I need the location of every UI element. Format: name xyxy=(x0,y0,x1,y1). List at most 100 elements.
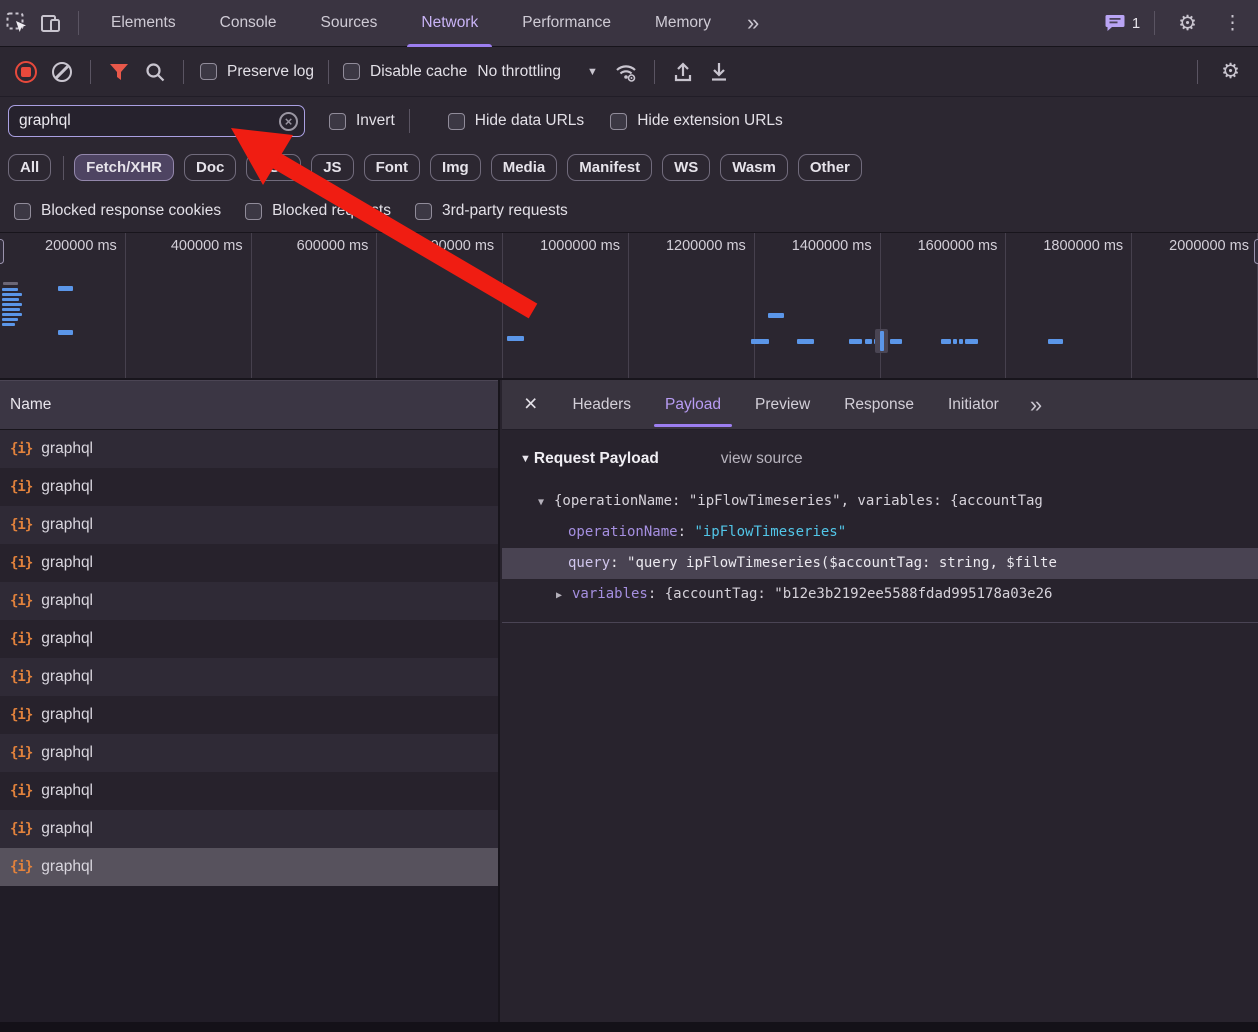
chip-doc[interactable]: Doc xyxy=(184,154,236,181)
request-row[interactable]: {i}graphql xyxy=(0,696,498,734)
request-row[interactable]: {i}graphql xyxy=(0,468,498,506)
chip-wasm[interactable]: Wasm xyxy=(720,154,788,181)
payload-operation-row[interactable]: operationName: "ipFlowTimeseries" xyxy=(502,517,1258,548)
tab-preview[interactable]: Preview xyxy=(738,380,827,430)
view-source-link[interactable]: view source xyxy=(721,450,803,468)
payload-key: query xyxy=(568,555,610,571)
hide-data-urls-label: Hide data URLs xyxy=(475,112,584,130)
checkbox[interactable] xyxy=(14,203,31,220)
request-row[interactable]: {i}graphql xyxy=(0,810,498,848)
payload-root-row[interactable]: ▼ {operationName: "ipFlowTimeseries", va… xyxy=(502,486,1258,517)
chip-img[interactable]: Img xyxy=(430,154,481,181)
request-name: graphql xyxy=(41,706,93,724)
kebab-menu-icon[interactable]: ⋮ xyxy=(1210,12,1258,35)
tab-initiator[interactable]: Initiator xyxy=(931,380,1016,430)
tab-console[interactable]: Console xyxy=(198,0,299,47)
checkbox[interactable] xyxy=(415,203,432,220)
fetch-xhr-icon: {i} xyxy=(10,555,32,571)
request-name: graphql xyxy=(41,744,93,762)
third-party-requests-checkbox[interactable]: 3rd-party requests xyxy=(415,202,568,220)
network-settings-gear-icon[interactable]: ⚙ xyxy=(1208,59,1258,84)
chip-ws[interactable]: WS xyxy=(662,154,710,181)
invert-label: Invert xyxy=(356,112,395,130)
checkbox[interactable] xyxy=(610,113,627,130)
payload-value: "ipFlowTimeseries" xyxy=(694,524,846,540)
request-row[interactable]: {i}graphql xyxy=(0,658,498,696)
timeline-right-handle[interactable] xyxy=(1254,239,1258,264)
divider xyxy=(1197,60,1198,84)
blocked-response-cookies-checkbox[interactable]: Blocked response cookies xyxy=(14,202,221,220)
divider xyxy=(63,156,64,180)
request-row[interactable]: {i}graphql xyxy=(0,620,498,658)
tab-performance[interactable]: Performance xyxy=(500,0,633,47)
tab-network[interactable]: Network xyxy=(399,0,500,47)
network-overview-timeline[interactable]: 200000 ms 400000 ms 600000 ms 800000 ms … xyxy=(0,233,1258,380)
throttling-dropdown[interactable]: No throttling ▼ xyxy=(467,63,607,81)
checkbox[interactable] xyxy=(329,113,346,130)
checkbox[interactable] xyxy=(245,203,262,220)
timeline-request-bar xyxy=(797,339,814,344)
export-har-icon[interactable] xyxy=(701,54,737,90)
blocked-requests-checkbox[interactable]: Blocked requests xyxy=(245,202,391,220)
chip-font[interactable]: Font xyxy=(364,154,420,181)
name-column-header[interactable]: Name xyxy=(0,380,498,430)
more-tabs-icon[interactable]: » xyxy=(733,10,771,36)
timeline-request-bar xyxy=(1048,339,1063,344)
request-row[interactable]: {i}graphql xyxy=(0,582,498,620)
expand-triangle-icon[interactable]: ▶ xyxy=(556,580,562,611)
request-row[interactable]: {i}graphql xyxy=(0,430,498,468)
hide-data-urls-checkbox[interactable]: Hide data URLs xyxy=(448,112,584,130)
payload-query-row-selected[interactable]: query: "query ipFlowTimeseries($accountT… xyxy=(502,548,1258,579)
request-row[interactable]: {i}graphql xyxy=(0,734,498,772)
collapse-triangle-icon[interactable]: ▼ xyxy=(520,453,531,465)
more-details-tabs-icon[interactable]: » xyxy=(1016,392,1054,418)
clear-filter-icon[interactable]: × xyxy=(279,112,298,131)
inspect-element-icon[interactable] xyxy=(0,6,34,40)
chip-js[interactable]: JS xyxy=(311,154,353,181)
disable-cache-checkbox[interactable]: Disable cache xyxy=(343,63,467,81)
tab-headers[interactable]: Headers xyxy=(555,380,648,430)
payload-value: "query ipFlowTimeseries($accountTag: str… xyxy=(627,555,1057,571)
tab-response[interactable]: Response xyxy=(827,380,931,430)
chip-manifest[interactable]: Manifest xyxy=(567,154,652,181)
tab-elements[interactable]: Elements xyxy=(89,0,198,47)
filter-funnel-icon[interactable] xyxy=(101,54,137,90)
issues-counter[interactable]: 1 xyxy=(1101,14,1144,32)
fetch-xhr-icon: {i} xyxy=(10,517,32,533)
request-row-selected[interactable]: {i}graphql xyxy=(0,848,498,886)
network-conditions-icon[interactable] xyxy=(608,54,644,90)
invert-checkbox[interactable]: Invert xyxy=(329,112,395,130)
request-row[interactable]: {i}graphql xyxy=(0,506,498,544)
request-row[interactable]: {i}graphql xyxy=(0,544,498,582)
tab-payload[interactable]: Payload xyxy=(648,380,738,430)
hide-extension-urls-checkbox[interactable]: Hide extension URLs xyxy=(610,112,783,130)
timeline-request-bar xyxy=(880,331,884,351)
timeline-request-bar xyxy=(2,323,15,326)
chip-fetch-xhr[interactable]: Fetch/XHR xyxy=(74,154,174,181)
third-party-requests-label: 3rd-party requests xyxy=(442,202,568,220)
chip-all[interactable]: All xyxy=(8,154,51,181)
clear-network-log-icon[interactable] xyxy=(44,54,80,90)
close-icon[interactable]: × xyxy=(502,390,555,419)
expand-triangle-icon[interactable]: ▼ xyxy=(538,487,544,518)
timeline-request-bar xyxy=(849,339,862,344)
filter-input[interactable]: graphql × xyxy=(8,105,305,137)
checkbox[interactable] xyxy=(343,63,360,80)
timeline-left-handle[interactable] xyxy=(0,239,4,264)
record-network-log-icon[interactable] xyxy=(8,54,44,90)
checkbox[interactable] xyxy=(200,63,217,80)
tab-sources[interactable]: Sources xyxy=(299,0,400,47)
payload-variables-row[interactable]: ▶ variables: {accountTag: "b12e3b2192ee5… xyxy=(502,579,1258,610)
import-har-icon[interactable] xyxy=(665,54,701,90)
tab-memory[interactable]: Memory xyxy=(633,0,733,47)
preserve-log-checkbox[interactable]: Preserve log xyxy=(200,63,314,81)
request-row[interactable]: {i}graphql xyxy=(0,772,498,810)
chip-css[interactable]: CSS xyxy=(246,154,301,181)
settings-gear-icon[interactable]: ⚙ xyxy=(1165,11,1210,36)
timeline-request-bar xyxy=(2,288,18,291)
search-icon[interactable] xyxy=(137,54,173,90)
chip-other[interactable]: Other xyxy=(798,154,862,181)
device-toolbar-icon[interactable] xyxy=(34,6,68,40)
checkbox[interactable] xyxy=(448,113,465,130)
chip-media[interactable]: Media xyxy=(491,154,558,181)
